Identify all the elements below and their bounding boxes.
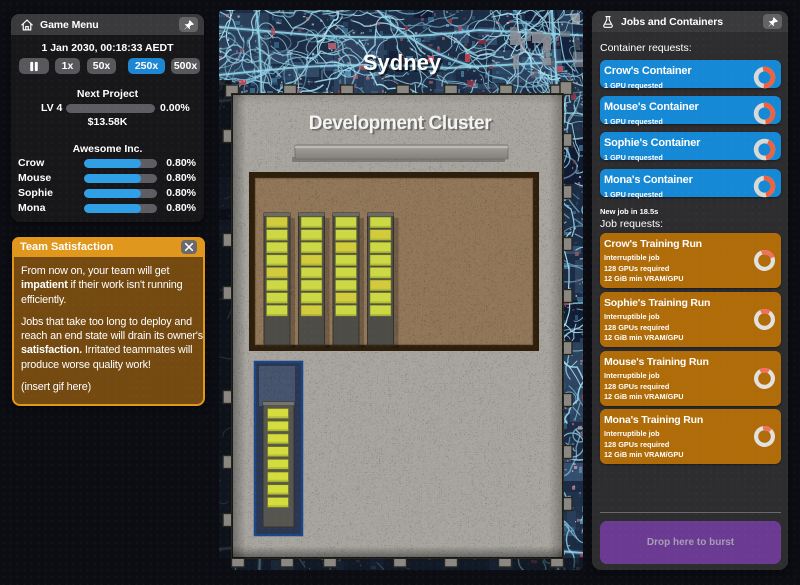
svg-text:Development Cluster: Development Cluster <box>309 113 492 134</box>
svg-text:Sydney: Sydney <box>363 50 442 75</box>
